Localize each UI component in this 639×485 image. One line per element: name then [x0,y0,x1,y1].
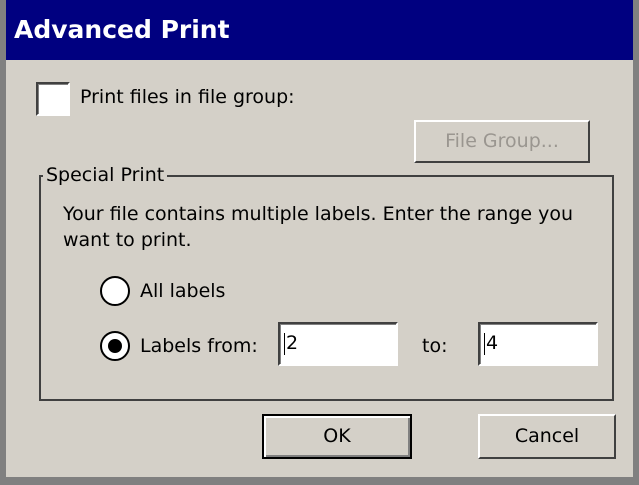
labels-to-input[interactable]: 4 [478,322,598,366]
labels-from-value: 2 [286,332,299,354]
special-print-description: Your file contains multiple labels. Ente… [63,203,574,251]
ok-button[interactable]: OK [262,414,412,459]
labels-from-input[interactable]: 2 [278,322,398,366]
cancel-button[interactable]: Cancel [478,414,616,459]
labels-to-label: to: [422,335,448,357]
labels-to-value: 4 [486,332,499,354]
labels-from-radio[interactable] [100,331,130,361]
text-caret [284,332,285,355]
labels-from-label[interactable]: Labels from: [140,335,258,357]
special-print-legend: Special Print [43,163,168,187]
all-labels-radio[interactable] [100,276,130,306]
dialog-title: Advanced Print [6,0,633,60]
text-caret [484,332,485,355]
file-group-button[interactable]: File Group... [414,120,590,163]
all-labels-label[interactable]: All labels [140,280,225,302]
print-files-in-file-group-checkbox[interactable] [36,82,70,116]
radio-selected-dot-icon [108,339,122,353]
advanced-print-dialog: Advanced Print Print files in file group… [0,0,639,485]
print-files-in-file-group-label[interactable]: Print files in file group: [80,86,295,108]
